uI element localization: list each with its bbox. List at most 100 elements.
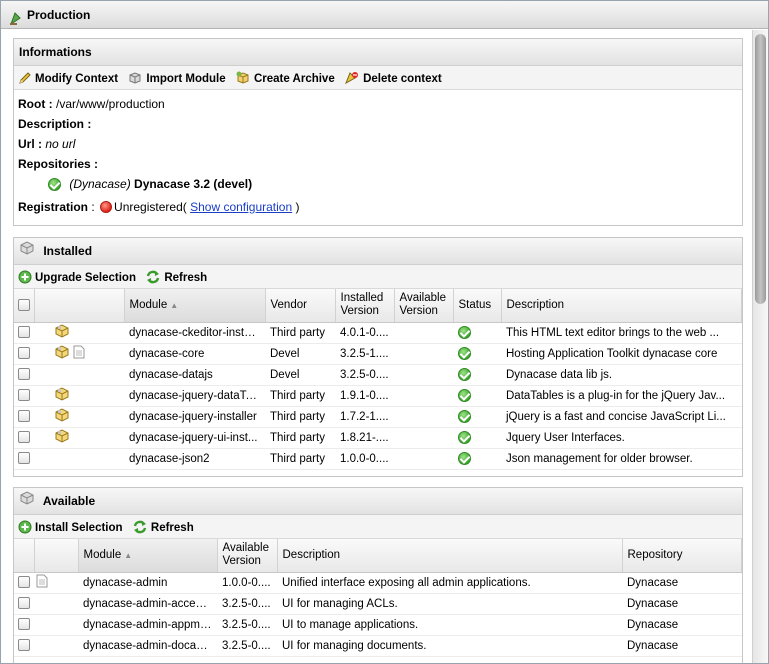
- row-checkbox[interactable]: [18, 410, 30, 423]
- available-row[interactable]: dynacase-admin-appmn... 3.2.5-0.... UI to …: [14, 614, 742, 636]
- module-name: dynacase-admin-docad...: [78, 635, 217, 657]
- create-archive-button[interactable]: Create Archive: [235, 67, 335, 91]
- module-description: UI to manage applications.: [277, 614, 622, 636]
- row-checkbox[interactable]: [18, 368, 30, 381]
- vendor: Devel: [265, 343, 335, 365]
- row-checkbox[interactable]: [18, 431, 30, 444]
- row-checkbox[interactable]: [18, 597, 30, 610]
- vertical-scrollbar[interactable]: [752, 30, 768, 663]
- row-checkbox[interactable]: [18, 347, 30, 360]
- available-toolbar: Install Selection Refresh: [14, 515, 742, 539]
- repository: Dynacase: [622, 635, 742, 657]
- window-title: Production: [27, 8, 91, 22]
- row-icons-cell: [34, 614, 78, 636]
- available-version: 1.0.0-0....: [217, 572, 277, 594]
- row-checkbox[interactable]: [18, 389, 30, 402]
- refresh-icon: [147, 270, 160, 284]
- available-header-row: Module ▲ Available Version Description Re…: [14, 539, 742, 573]
- repository-column-header[interactable]: Repository: [622, 539, 742, 573]
- row-icons-cell: [34, 635, 78, 657]
- module-description: jQuery is a fast and concise JavaScript …: [501, 406, 742, 428]
- status-cell: [453, 322, 501, 344]
- row-checkbox[interactable]: [18, 639, 30, 652]
- installed-version: 3.2.5-1....: [335, 343, 394, 365]
- available-title: Available: [42, 494, 96, 508]
- available-version: [394, 343, 453, 365]
- installed-version-column-header[interactable]: Installed Version: [335, 289, 395, 323]
- row-checkbox-cell: [14, 364, 34, 386]
- available-version-column-header[interactable]: Available Version: [394, 289, 454, 323]
- status-ok-icon: [458, 347, 471, 360]
- row-checkbox-cell: [14, 635, 34, 657]
- create-archive-label: Create Archive: [253, 73, 335, 85]
- row-checkbox[interactable]: [18, 326, 30, 339]
- available-version: 3.2.5-0....: [217, 614, 277, 636]
- description-column-header[interactable]: Description: [501, 289, 742, 323]
- row-checkbox[interactable]: [18, 576, 30, 589]
- module-name: dynacase-admin: [78, 572, 217, 594]
- status-column-header[interactable]: Status: [453, 289, 502, 323]
- repositories-label: Repositories :: [18, 157, 99, 171]
- vendor-column-header[interactable]: Vendor: [265, 289, 336, 323]
- show-configuration-link[interactable]: Show configuration: [190, 200, 292, 214]
- description-label: Description :: [18, 117, 92, 131]
- available-module-column-header[interactable]: Module ▲: [78, 539, 218, 573]
- installed-version: 1.0.0-0....: [335, 448, 394, 470]
- select-all-checkbox[interactable]: [17, 298, 30, 311]
- available-version: [394, 427, 453, 449]
- available-row[interactable]: dynacase-admin-access... 3.2.5-0.... UI fo…: [14, 593, 742, 615]
- row-checkbox[interactable]: [18, 618, 30, 631]
- install-selection-button[interactable]: Install Selection: [18, 516, 123, 540]
- installed-row[interactable]: dynacase-jquery-dataTa... Third party 1.9.…: [14, 385, 742, 407]
- installed-row[interactable]: dynacase-datajs Devel 3.2.5-0.... Dynacase …: [14, 364, 742, 386]
- import-package-icon: [129, 72, 141, 84]
- registration-close: ): [295, 200, 300, 214]
- module-name: dynacase-admin-access...: [78, 593, 217, 615]
- install-selection-label: Install Selection: [35, 522, 123, 534]
- row-checkbox-cell: [14, 448, 34, 470]
- module-description: Unified interface exposing all admin app…: [277, 572, 622, 594]
- installed-version: 1.9.1-0....: [335, 385, 394, 407]
- row-checkbox[interactable]: [18, 452, 30, 465]
- row-checkbox-cell: [14, 343, 34, 365]
- row-icons-cell: [34, 572, 78, 594]
- row-checkbox-cell: [14, 385, 34, 407]
- available-table: Module ▲ Available Version Description Re…: [14, 539, 742, 657]
- installed-refresh-label: Refresh: [164, 272, 208, 284]
- available-refresh-button[interactable]: Refresh: [132, 516, 194, 540]
- available-version-column-header[interactable]: Available Version: [217, 539, 278, 573]
- modify-context-button[interactable]: Modify Context: [18, 67, 118, 91]
- available-row[interactable]: dynacase-admin-docad... 3.2.5-0.... UI for…: [14, 635, 742, 657]
- installed-row[interactable]: dynacase-jquery-ui-inst... Third party 1.8…: [14, 427, 742, 449]
- row-checkbox-cell: [14, 322, 34, 344]
- module-column-header[interactable]: Module ▲: [124, 289, 266, 323]
- module-name: dynacase-core: [124, 343, 265, 365]
- import-module-button[interactable]: Import Module: [127, 67, 226, 91]
- upgrade-selection-button[interactable]: Upgrade Selection: [18, 266, 136, 290]
- repository: Dynacase: [622, 614, 742, 636]
- available-row[interactable]: dynacase-admin 1.0.0-0.... Unified interfa…: [14, 572, 742, 594]
- status-cell: [453, 448, 501, 470]
- installed-row[interactable]: dynacase-core Devel 3.2.5-1.... Hosting App…: [14, 343, 742, 365]
- available-select-all-cell: [14, 539, 35, 573]
- status-cell: [453, 385, 501, 407]
- installed-row[interactable]: dynacase-ckeditor-instal... Third party 4.…: [14, 322, 742, 344]
- installed-refresh-button[interactable]: Refresh: [145, 266, 207, 290]
- row-icons-cell: [34, 364, 124, 386]
- installed-row[interactable]: dynacase-jquery-installer Third party 1.7.…: [14, 406, 742, 428]
- pencil-icon: [19, 72, 31, 84]
- module-description: Json management for older browser.: [501, 448, 742, 470]
- delete-context-label: Delete context: [363, 73, 442, 85]
- installed-header: Installed: [14, 238, 742, 265]
- status-cell: [453, 343, 501, 365]
- scrollbar-thumb[interactable]: [755, 34, 766, 304]
- content-area: Informations Modify Context Import Modul…: [1, 30, 752, 663]
- repository: Dynacase: [622, 593, 742, 615]
- delete-context-button[interactable]: Delete context: [344, 67, 442, 91]
- row-icons-cell: [34, 448, 124, 470]
- installed-row[interactable]: dynacase-json2 Third party 1.0.0-0.... Json…: [14, 448, 742, 470]
- installed-version: 3.2.5-0....: [335, 364, 394, 386]
- available-description-column-header[interactable]: Description: [277, 539, 623, 573]
- available-version: [394, 406, 453, 428]
- row-icons-cell: [34, 593, 78, 615]
